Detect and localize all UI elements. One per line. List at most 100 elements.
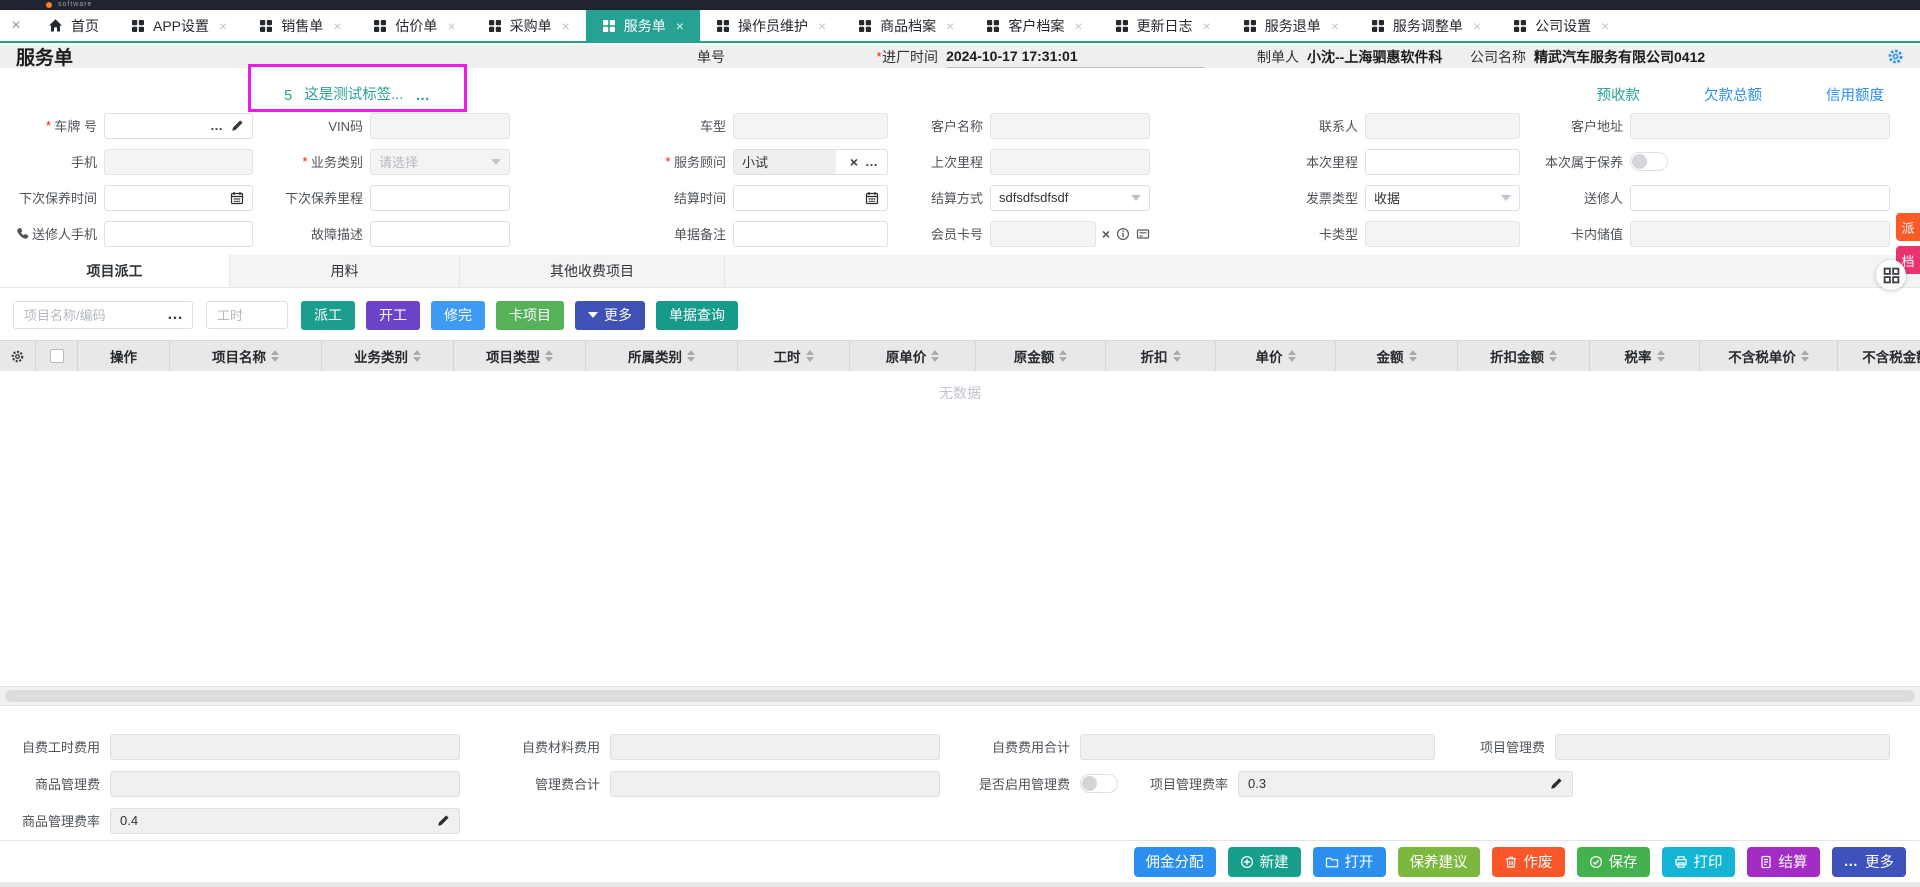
column-settings-gear-icon[interactable]: [0, 341, 36, 371]
卡类型-input[interactable]: [1365, 221, 1520, 247]
会员卡号-input[interactable]: [990, 221, 1096, 247]
tab-close-icon[interactable]: ×: [333, 18, 341, 34]
sort-icon[interactable]: [687, 350, 695, 362]
calendar-icon[interactable]: [230, 191, 244, 205]
column-header-折扣[interactable]: 折扣: [1106, 341, 1216, 371]
column-header-业务类别[interactable]: 业务类别: [322, 341, 454, 371]
card-icon[interactable]: [1136, 227, 1150, 241]
footer-button-保养建议[interactable]: 保养建议: [1398, 847, 1480, 877]
column-header-单价[interactable]: 单价: [1216, 341, 1336, 371]
column-header-金额[interactable]: 金额: [1336, 341, 1458, 371]
toggle-switch[interactable]: [1630, 152, 1668, 171]
ellipsis-icon[interactable]: …: [210, 121, 224, 131]
tab-close-icon[interactable]: ×: [447, 18, 455, 34]
sort-icon[interactable]: [1173, 350, 1181, 362]
sort-icon[interactable]: [1288, 350, 1296, 362]
tab-服务退单[interactable]: 服务退单×: [1227, 10, 1355, 41]
toolbar-button-派工[interactable]: 派工: [301, 301, 355, 330]
业务类别-input[interactable]: 请选择: [370, 149, 510, 175]
work-hours-input[interactable]: [215, 307, 279, 324]
footer-button-佣金分配[interactable]: 佣金分配: [1134, 847, 1216, 877]
卡内储值-input[interactable]: [1630, 221, 1890, 247]
tab-服务调整单[interactable]: 服务调整单×: [1355, 10, 1497, 41]
tab-操作员维护[interactable]: 操作员维护×: [700, 10, 842, 41]
tab-首页[interactable]: 首页: [32, 10, 115, 41]
发票类型-input[interactable]: 收据: [1365, 185, 1520, 211]
tab-close-icon[interactable]: ×: [1601, 18, 1609, 34]
tab-商品档案[interactable]: 商品档案×: [842, 10, 970, 41]
项目管理费率-input[interactable]: 0.3: [1238, 771, 1573, 797]
tab-公司设置[interactable]: 公司设置×: [1497, 10, 1625, 41]
toolbar-button-更多[interactable]: 更多: [575, 301, 645, 330]
送修人-input[interactable]: [1630, 185, 1890, 211]
scrollbar-thumb[interactable]: [5, 690, 1915, 702]
tab-close-icon[interactable]: ×: [676, 18, 684, 34]
detail-tab-用料[interactable]: 用料: [230, 255, 460, 287]
tab-close-icon[interactable]: ×: [818, 18, 826, 34]
settings-gear-icon[interactable]: [1887, 45, 1904, 68]
tag-more-icon[interactable]: …: [415, 88, 431, 104]
sort-icon[interactable]: [1801, 350, 1809, 362]
tab-销售单[interactable]: 销售单×: [243, 10, 357, 41]
footer-button-打印[interactable]: 打印: [1662, 847, 1735, 877]
车牌号-input[interactable]: …: [104, 113, 253, 139]
tab-客户档案[interactable]: 客户档案×: [970, 10, 1098, 41]
sort-icon[interactable]: [1409, 350, 1417, 362]
column-header-项目名称[interactable]: 项目名称: [170, 341, 322, 371]
手机-input[interactable]: [104, 149, 253, 175]
column-header-所属类别[interactable]: 所属类别: [586, 341, 738, 371]
column-header-税率[interactable]: 税率: [1590, 341, 1700, 371]
finance-link-预收款[interactable]: 预收款: [1597, 84, 1641, 105]
tab-采购单[interactable]: 采购单×: [472, 10, 586, 41]
sort-icon[interactable]: [271, 350, 279, 362]
sort-icon[interactable]: [806, 350, 814, 362]
上次里程-input[interactable]: [990, 149, 1150, 175]
detail-tab-其他收费项目[interactable]: 其他收费项目: [460, 255, 725, 287]
tab-APP设置[interactable]: APP设置×: [115, 10, 243, 41]
clear-icon[interactable]: ×: [1102, 227, 1110, 241]
tab-close-icon[interactable]: ×: [1473, 18, 1481, 34]
sort-icon[interactable]: [1657, 350, 1665, 362]
project-search-input[interactable]: [22, 307, 167, 324]
footer-button-作废[interactable]: 作废: [1492, 847, 1565, 877]
sort-icon[interactable]: [1549, 350, 1557, 362]
sort-icon[interactable]: [1059, 350, 1067, 362]
tab-close-icon[interactable]: ×: [562, 18, 570, 34]
column-header-原金额[interactable]: 原金额: [976, 341, 1106, 371]
pencil-icon[interactable]: [1550, 777, 1563, 790]
sort-icon[interactable]: [413, 350, 421, 362]
下次保养里程-input[interactable]: [370, 185, 510, 211]
ellipsis-icon[interactable]: …: [865, 157, 879, 167]
服务顾问-input[interactable]: 小试×…: [733, 149, 888, 175]
tab-close-icon[interactable]: ×: [1074, 18, 1082, 34]
联系人-input[interactable]: [1365, 113, 1520, 139]
客户地址-input[interactable]: [1630, 113, 1890, 139]
select-all-checkbox[interactable]: [36, 341, 78, 371]
本次里程-input[interactable]: [1365, 149, 1520, 175]
结算时间-input[interactable]: [733, 185, 888, 211]
clear-icon[interactable]: ×: [850, 155, 858, 169]
column-header-不含税金额[interactable]: 不含税金额: [1838, 341, 1920, 371]
sort-icon[interactable]: [545, 350, 553, 362]
entry-time-field[interactable]: *进厂时间2024-10-17 17:31:01: [876, 45, 1204, 68]
tab-close-icon[interactable]: ×: [946, 18, 954, 34]
footer-button-保存[interactable]: 保存: [1577, 847, 1650, 877]
close-all-tabs-button[interactable]: ×: [0, 10, 32, 41]
故障描述-input[interactable]: [370, 221, 510, 247]
column-header-不含税单价[interactable]: 不含税单价: [1700, 341, 1838, 371]
tab-close-icon[interactable]: ×: [219, 18, 227, 34]
pencil-icon[interactable]: [437, 814, 450, 827]
tab-服务单[interactable]: 服务单×: [586, 10, 700, 41]
toggle-switch[interactable]: [1080, 774, 1118, 793]
side-tab-派[interactable]: 派: [1896, 213, 1920, 241]
detail-tab-项目派工[interactable]: 项目派工: [0, 255, 230, 287]
footer-button-打开[interactable]: 打开: [1313, 847, 1386, 877]
finance-link-欠款总额[interactable]: 欠款总额: [1704, 84, 1762, 105]
tab-close-icon[interactable]: ×: [1203, 18, 1211, 34]
test-tag-box[interactable]: 5 这是测试标签... …: [248, 64, 467, 112]
horizontal-scrollbar[interactable]: [0, 686, 1920, 706]
VIN码-input[interactable]: [370, 113, 510, 139]
结算方式-input[interactable]: sdfsdfsdfsdf: [990, 185, 1150, 211]
下次保养时间-input[interactable]: [104, 185, 253, 211]
toolbar-button-卡项目[interactable]: 卡项目: [496, 301, 564, 330]
